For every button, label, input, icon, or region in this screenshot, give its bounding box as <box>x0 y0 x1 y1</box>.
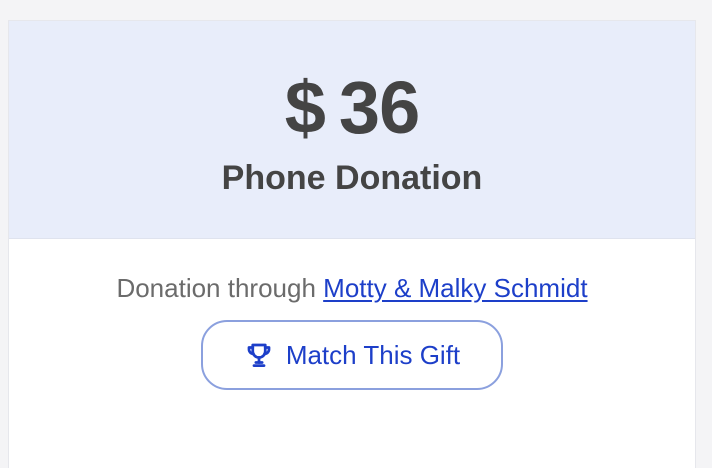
amount-value: 36 <box>338 66 420 149</box>
donor-name-link[interactable]: Motty & Malky Schmidt <box>323 273 587 303</box>
donation-through-prefix: Donation through <box>116 273 316 303</box>
donation-type-label: Phone Donation <box>221 159 483 197</box>
donation-card: $36 Phone Donation Donation through Mott… <box>8 20 696 468</box>
donation-card-header: $36 Phone Donation <box>9 21 695 239</box>
match-gift-button[interactable]: Match This Gift <box>201 320 503 390</box>
donation-through-line: Donation through Motty & Malky Schmidt <box>9 272 695 304</box>
donation-amount: $36 <box>9 71 695 145</box>
currency-symbol: $ <box>284 66 326 149</box>
trophy-icon <box>244 340 274 370</box>
match-gift-label: Match This Gift <box>285 339 461 370</box>
